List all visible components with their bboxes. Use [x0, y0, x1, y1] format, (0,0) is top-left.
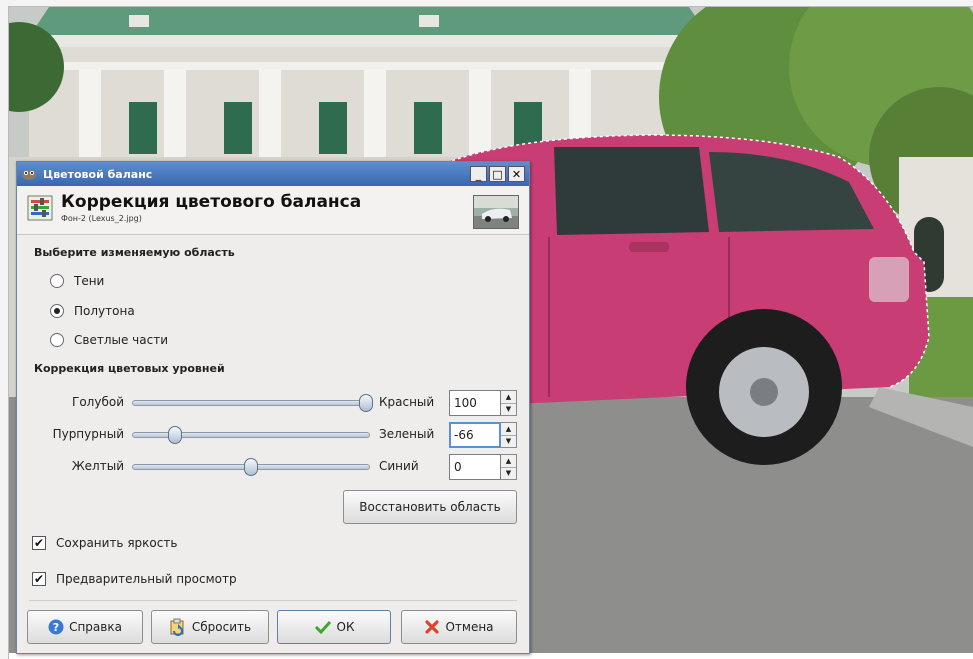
spin-value[interactable]: 0 — [449, 454, 501, 480]
header-subtitle: Фон-2 (Lexus_2.jpg) — [61, 214, 142, 223]
check-label: Сохранить яркость — [56, 536, 178, 550]
checkbox[interactable]: ✔ — [32, 536, 46, 550]
slider-row-cyan-red: Голубой Красный 100 ▲ ▼ — [17, 390, 529, 416]
radio-shadows[interactable]: Тени — [50, 274, 104, 288]
slider-right-label: Зеленый — [379, 427, 435, 441]
radio-label: Светлые части — [74, 333, 168, 347]
spin-down-arrow[interactable]: ▼ — [501, 436, 516, 448]
slider-track[interactable] — [132, 400, 370, 406]
radio-midtones[interactable]: Полутона — [50, 304, 135, 318]
slider-right-label: Синий — [379, 459, 419, 473]
slider-left-label: Желтый — [71, 459, 124, 473]
reset-icon — [169, 618, 187, 636]
slider-left-label: Пурпурный — [52, 427, 124, 441]
help-label: Справка — [69, 620, 122, 634]
spin-up-arrow[interactable]: ▲ — [501, 391, 516, 404]
image-thumbnail — [473, 195, 519, 229]
separator — [29, 600, 517, 601]
radio-label: Полутона — [74, 304, 135, 318]
ok-check-icon — [314, 620, 332, 634]
radio-label: Тени — [74, 274, 105, 288]
slider-right-label: Красный — [379, 395, 435, 409]
dialog-titlebar[interactable]: Цветовой баланс _ □ ✕ — [17, 162, 529, 186]
radio-button[interactable] — [50, 274, 64, 288]
spin-value[interactable]: -66 — [449, 422, 501, 448]
radio-button[interactable] — [50, 333, 64, 347]
help-button[interactable]: ? Справка — [27, 610, 143, 644]
spin-down-arrow[interactable]: ▼ — [501, 404, 516, 416]
spin-up-arrow[interactable]: ▲ — [501, 423, 516, 436]
spin-cyan-red[interactable]: 100 ▲ ▼ — [449, 390, 517, 416]
spin-down-arrow[interactable]: ▼ — [501, 468, 516, 480]
slider-handle[interactable] — [168, 426, 183, 444]
ok-label: ОК — [336, 620, 355, 634]
ok-button[interactable]: ОК — [277, 610, 391, 644]
radio-highlights[interactable]: Светлые части — [50, 333, 168, 347]
slider-left-label: Голубой — [72, 395, 124, 409]
close-button[interactable]: ✕ — [508, 166, 525, 182]
cancel-x-icon — [424, 619, 440, 635]
slider-handle[interactable] — [244, 458, 258, 476]
slider-row-yellow-blue: Желтый Синий 0 ▲ ▼ — [17, 454, 529, 480]
preview-check[interactable]: ✔ Предварительный просмотр — [32, 572, 237, 586]
reset-range-label: Восстановить область — [359, 500, 501, 514]
maximize-button[interactable]: □ — [489, 166, 506, 182]
preserve-luminosity-check[interactable]: ✔ Сохранить яркость — [32, 536, 177, 550]
slider-handle[interactable] — [359, 394, 373, 412]
dialog-header: Коррекция цветового баланса Фон-2 (Lexus… — [17, 186, 529, 235]
radio-button[interactable] — [50, 304, 64, 318]
range-section-label: Выберите изменяемую область — [34, 246, 235, 259]
header-title: Коррекция цветового баланса — [61, 192, 362, 212]
spin-yellow-blue[interactable]: 0 ▲ ▼ — [449, 454, 517, 480]
slider-row-magenta-green: Пурпурный Зеленый -66 ▲ ▼ — [17, 422, 529, 448]
checkbox[interactable]: ✔ — [32, 572, 46, 586]
color-balance-dialog: Цветовой баланс _ □ ✕ Коррекция цветовог… — [16, 161, 530, 654]
cancel-label: Отмена — [445, 620, 494, 634]
reset-label: Сбросить — [191, 620, 252, 634]
color-balance-icon — [27, 195, 53, 224]
svg-text:?: ? — [53, 621, 59, 634]
gimp-icon — [21, 167, 37, 181]
vertical-ruler[interactable] — [0, 6, 9, 659]
horizontal-ruler[interactable] — [0, 0, 973, 7]
reset-range-button[interactable]: Восстановить область — [343, 490, 517, 524]
dialog-title: Цветовой баланс — [43, 167, 153, 181]
spin-magenta-green[interactable]: -66 ▲ ▼ — [449, 422, 517, 448]
cancel-button[interactable]: Отмена — [401, 610, 517, 644]
minimize-button[interactable]: _ — [470, 166, 487, 182]
spin-value[interactable]: 100 — [449, 390, 501, 416]
reset-button[interactable]: Сбросить — [151, 610, 269, 644]
help-icon: ? — [48, 619, 64, 635]
check-label: Предварительный просмотр — [56, 572, 237, 586]
spin-up-arrow[interactable]: ▲ — [501, 455, 516, 468]
levels-section-label: Коррекция цветовых уровней — [34, 362, 225, 375]
